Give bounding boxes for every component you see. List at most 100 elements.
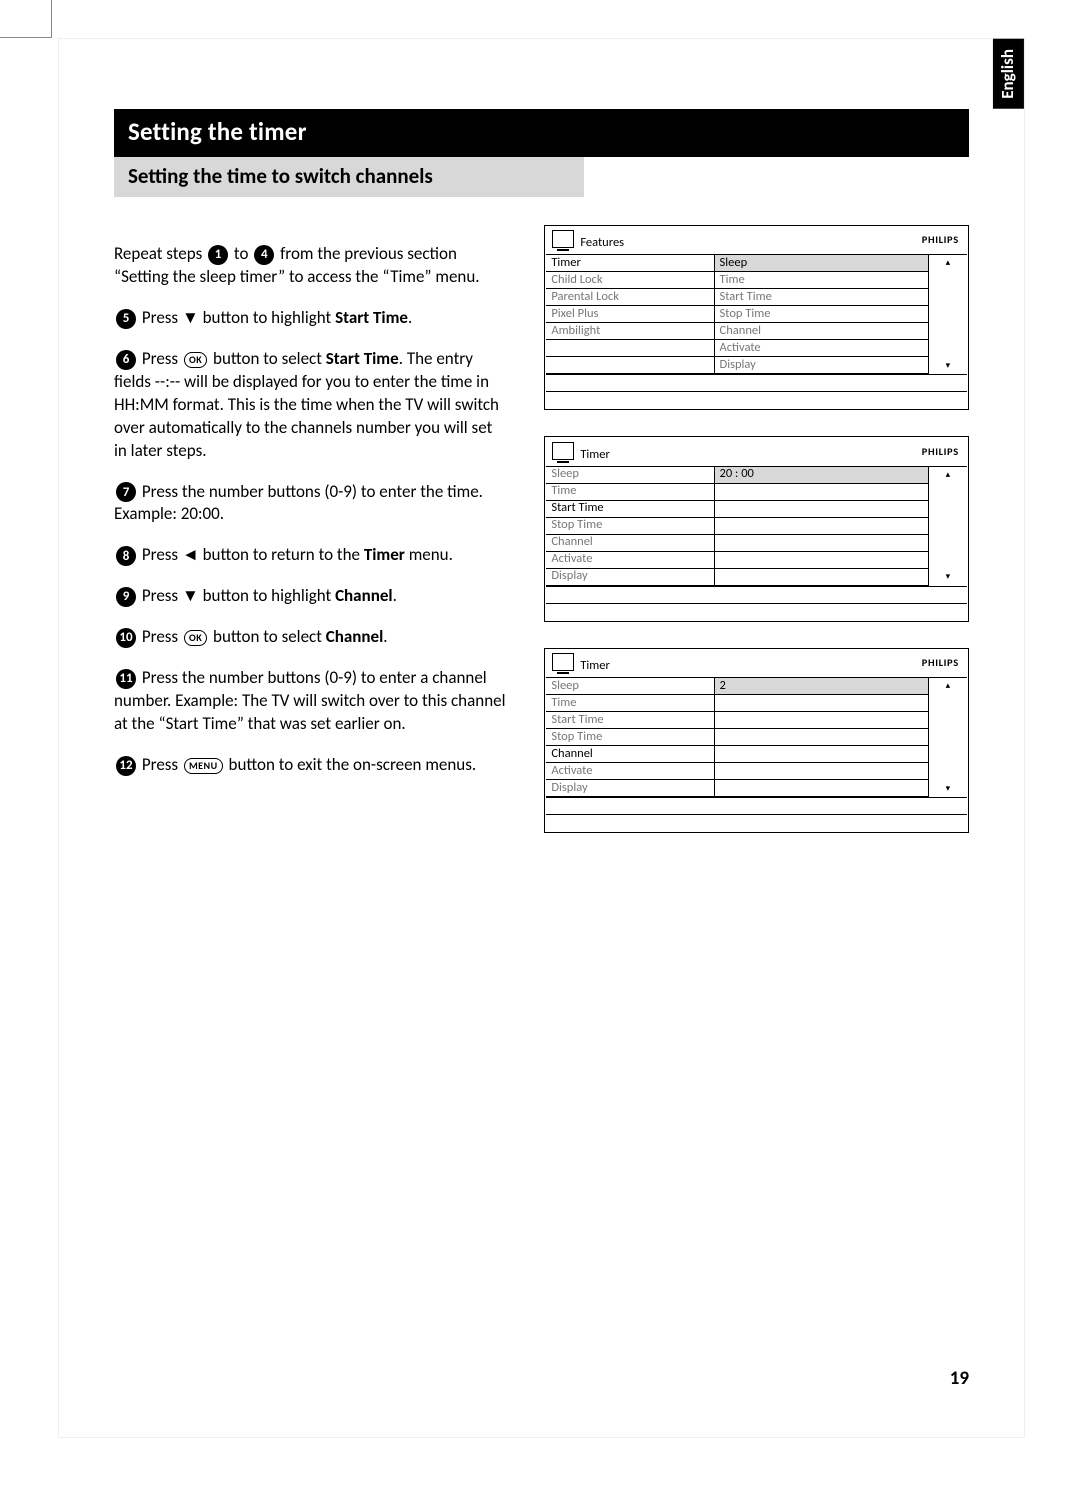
osd-label-row: Channel [546,535,713,552]
ok-key-icon: OK [184,352,207,368]
osd-value-row: Display [715,357,928,374]
step-11-icon: 11 [116,669,136,689]
osd-value-row [715,695,928,712]
step-8: 8 Press ◄ button to return to the Timer … [114,544,506,567]
step-9-icon: 9 [116,587,136,607]
step-7-icon: 7 [116,482,136,502]
intro-text: Repeat steps 1 to 4 from the previous se… [114,243,506,289]
osd-label-row: Stop Time [546,729,713,746]
osd-scrollbar: ▴▾ [929,255,967,374]
bold-text: Timer [364,544,405,565]
osd-brand: PHILIPS [922,656,959,670]
text: Press [142,626,182,647]
osd-label-row: Time [546,484,713,501]
crop-mark [0,0,52,38]
text: . [383,626,387,647]
step-11: 11 Press the number buttons (0-9) to ent… [114,667,506,736]
ok-key-icon: OK [184,630,207,646]
text: menu. [405,544,453,565]
language-tab: English [993,39,1024,109]
step-10: 10 Press OK button to select Channel. [114,626,506,649]
page-content: English Setting the timer Setting the ti… [58,38,1025,1438]
step-5: 5 Press ▼ button to highlight Start Time… [114,307,506,330]
osd-label-row: Channel [546,746,713,763]
osd-label-row: Time [546,695,713,712]
osd-value-row [715,712,928,729]
step-7: 7 Press the number buttons (0-9) to ente… [114,481,506,527]
osd-value-row: Activate [715,340,928,357]
osd-timer-channel: PHILIPS Timer SleepTimeStart TimeStop Time… [544,648,969,833]
down-arrow-icon: ▼ [182,586,199,605]
step-6: 6 Press OK button to select Start Time. … [114,348,506,463]
text: to [230,243,252,264]
osd-title: Features [580,235,624,252]
osd-column: PHILIPSFeaturesTimerChild LockParental L… [544,225,969,859]
step-10-icon: 10 [116,628,136,648]
osd-value-row [715,501,928,518]
osd-label-row [546,357,713,374]
osd-value-row [715,763,928,780]
osd-label-row: Activate [546,763,713,780]
scroll-up-icon: ▴ [946,680,951,692]
osd-value-row [715,729,928,746]
osd-brand: PHILIPS [922,445,959,459]
down-arrow-icon: ▼ [182,308,199,327]
step-1-icon: 1 [208,245,228,265]
text: button to exit the on-screen menus. [225,754,477,775]
bold-text: Channel [326,626,384,647]
text: . [393,585,397,606]
osd-value-row [715,746,928,763]
step-6-icon: 6 [116,350,136,370]
osd-scrollbar: ▴▾ [929,467,967,586]
text: Press [142,544,182,565]
scroll-down-icon: ▾ [946,571,951,583]
step-5-icon: 5 [116,309,136,329]
text: . [408,307,412,328]
tv-icon [552,442,574,460]
menu-key-icon: MENU [184,758,223,774]
scroll-up-icon: ▴ [946,257,951,269]
instruction-column: Repeat steps 1 to 4 from the previous se… [114,225,506,859]
osd-value-row: 2 [715,678,928,695]
page-number: 19 [950,1366,969,1392]
text: button to select [209,348,326,369]
text: button to select [209,626,326,647]
osd-label-row: Sleep [546,467,713,484]
text: Press the number buttons (0-9) to enter … [114,667,505,734]
osd-label-row: Start Time [546,712,713,729]
text: button to highlight [199,585,335,606]
osd-value-row [715,780,928,797]
osd-label-row: Sleep [546,678,713,695]
osd-title: Timer [580,658,610,675]
text: Repeat steps [114,243,206,264]
osd-value-row [715,518,928,535]
osd-features-menu: PHILIPSFeaturesTimerChild LockParental L… [544,225,969,410]
text: Press [142,348,182,369]
scroll-down-icon: ▾ [946,783,951,795]
osd-label-row: Timer [546,255,713,272]
osd-title: Timer [580,447,610,464]
osd-scrollbar: ▴▾ [929,678,967,797]
osd-value-row [715,552,928,569]
tv-icon [552,230,574,248]
osd-label-row: Ambilight [546,323,713,340]
osd-label-row: Parental Lock [546,289,713,306]
left-arrow-icon: ◄ [182,545,199,564]
bold-text: Start Time [326,348,399,369]
osd-label-row: Display [546,569,713,586]
osd-label-row: Pixel Plus [546,306,713,323]
step-4-icon: 4 [254,245,274,265]
section-title: Setting the timer [114,109,969,157]
step-12-icon: 12 [116,756,136,776]
osd-value-row: Channel [715,323,928,340]
osd-value-row: Time [715,272,928,289]
text: Press [142,307,182,328]
text: Press [142,754,182,775]
osd-label-row: Activate [546,552,713,569]
text: button to highlight [199,307,335,328]
scroll-down-icon: ▾ [946,360,951,372]
section-subtitle: Setting the time to switch channels [114,157,584,197]
osd-value-row: Start Time [715,289,928,306]
step-9: 9 Press ▼ button to highlight Channel. [114,585,506,608]
osd-value-row [715,484,928,501]
